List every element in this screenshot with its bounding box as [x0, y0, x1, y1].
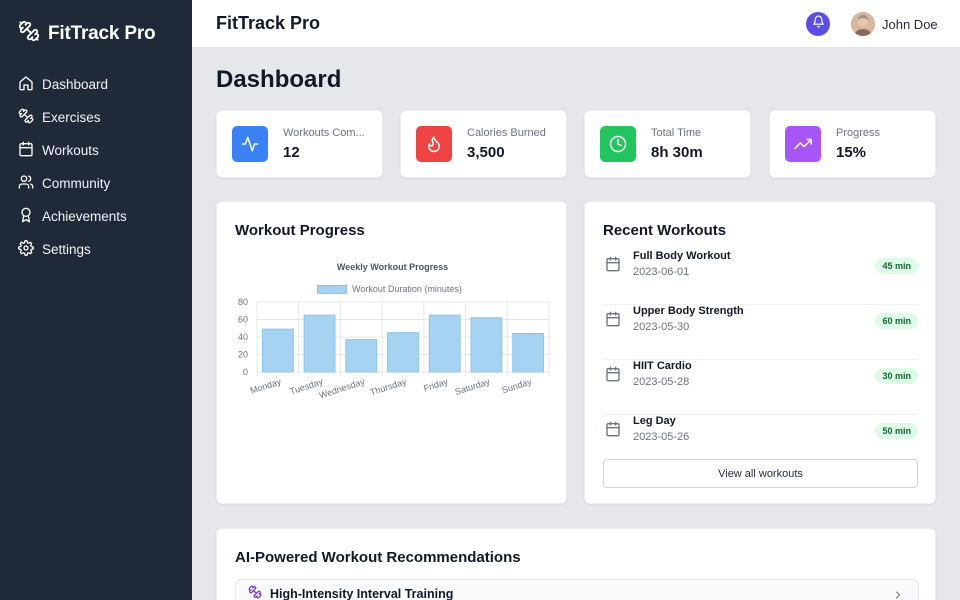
dumbbell-icon — [248, 585, 262, 600]
calendar-icon — [605, 256, 621, 277]
stat-label: Calories Burned — [467, 127, 546, 139]
calendar-icon — [18, 141, 34, 160]
chevron-right-icon — [892, 588, 904, 600]
calendar-icon — [605, 311, 621, 332]
chart-legend[interactable]: Workout Duration (minutes) — [317, 284, 462, 294]
stat-card-progress: Progress 15% — [769, 110, 936, 178]
y-tick-label: 40 — [238, 332, 248, 342]
x-tick-label: Friday — [422, 376, 449, 393]
notification-button[interactable] — [806, 12, 830, 36]
x-tick-label: Monday — [249, 376, 283, 396]
stat-value: 12 — [283, 144, 300, 161]
activity-icon — [232, 126, 268, 162]
sidebar-nav: Dashboard Exercises Workouts Community A… — [18, 68, 178, 266]
sidebar-item-label: Community — [42, 176, 111, 191]
stat-card-calories: Calories Burned 3,500 — [400, 110, 567, 178]
workout-date: 2023-05-28 — [633, 376, 690, 388]
recommendation-label: High-Intensity Interval Training — [270, 587, 454, 600]
workout-date: 2023-06-01 — [633, 266, 690, 278]
workout-name: HIIT Cardio — [633, 360, 692, 372]
y-tick-label: 80 — [238, 297, 248, 307]
x-tick-label: Saturday — [454, 376, 492, 397]
duration-badge: 30 min — [875, 368, 918, 384]
stat-label: Workouts Com... — [283, 127, 365, 139]
sidebar: FitTrack Pro Dashboard Exercises Workout… — [0, 0, 192, 600]
stat-label: Total Time — [651, 127, 702, 139]
clock-icon — [600, 126, 636, 162]
x-tick-label: Wednesday — [318, 376, 367, 400]
list-item[interactable]: Full Body Workout 2023-06-01 45 min — [603, 250, 918, 305]
sidebar-item-settings[interactable]: Settings — [18, 233, 178, 266]
calendar-icon — [605, 366, 621, 387]
workout-name: Upper Body Strength — [633, 305, 744, 317]
bar — [303, 314, 336, 373]
sidebar-item-label: Exercises — [42, 110, 101, 125]
award-icon — [18, 207, 34, 226]
user-name[interactable]: John Doe — [882, 17, 938, 32]
sidebar-item-label: Dashboard — [42, 77, 109, 92]
dumbbell-icon — [18, 108, 34, 127]
bar — [345, 339, 378, 373]
y-tick-label: 60 — [238, 315, 248, 325]
chart-title: Weekly Workout Progress — [336, 262, 449, 272]
x-tick-label: Sunday — [501, 376, 534, 395]
flame-icon — [416, 126, 452, 162]
legend-swatch — [317, 284, 347, 294]
duration-badge: 45 min — [875, 258, 918, 274]
recent-workouts-card: Recent Workouts Full Body Workout 2023-0… — [584, 201, 936, 504]
list-item[interactable]: HIIT Cardio 2023-05-28 30 min — [603, 360, 918, 415]
calendar-icon — [605, 421, 621, 442]
sidebar-item-community[interactable]: Community — [18, 167, 178, 200]
y-tick-label: 20 — [238, 350, 248, 360]
duration-badge: 50 min — [875, 423, 918, 439]
header-title: FitTrack Pro — [216, 13, 321, 33]
bar — [261, 328, 294, 373]
brand-name: FitTrack Pro — [48, 22, 156, 44]
avatar[interactable] — [851, 12, 875, 36]
brand[interactable]: FitTrack Pro — [18, 20, 156, 47]
section-title: AI-Powered Workout Recommendations — [235, 549, 521, 566]
page-title: Dashboard — [216, 66, 342, 93]
duration-badge: 60 min — [875, 313, 918, 329]
workout-name: Full Body Workout — [633, 250, 731, 262]
stat-label: Progress — [836, 127, 881, 139]
stat-card-total-time: Total Time 8h 30m — [584, 110, 751, 178]
bar — [428, 314, 461, 373]
sidebar-item-workouts[interactable]: Workouts — [18, 134, 178, 167]
sidebar-item-label: Settings — [42, 242, 91, 257]
bar-chart: 806040200Monday TuesdayWednesday Thursday F… — [238, 297, 550, 401]
sidebar-item-dashboard[interactable]: Dashboard — [18, 68, 178, 101]
section-title: Recent Workouts — [603, 222, 727, 239]
stat-value: 3,500 — [467, 144, 505, 161]
workout-date: 2023-05-26 — [633, 431, 690, 443]
top-header: FitTrack Pro John Doe — [192, 0, 960, 48]
sidebar-item-label: Achievements — [42, 209, 127, 224]
list-item[interactable]: Upper Body Strength 2023-05-30 60 min — [603, 305, 918, 360]
sidebar-item-achievements[interactable]: Achievements — [18, 200, 178, 233]
stat-value: 8h 30m — [651, 144, 703, 161]
sidebar-item-label: Workouts — [42, 143, 99, 158]
home-icon — [18, 75, 34, 94]
stat-value: 15% — [836, 144, 867, 161]
workout-name: Leg Day — [633, 415, 676, 427]
y-tick-label: 0 — [243, 367, 248, 377]
x-tick-label: Thursday — [369, 376, 408, 397]
bell-icon — [812, 15, 825, 33]
legend-label: Workout Duration (minutes) — [352, 284, 462, 294]
dumbbell-icon — [18, 20, 40, 47]
stat-card-workouts: Workouts Com... 12 — [216, 110, 383, 178]
recommendation-item[interactable]: High-Intensity Interval Training — [235, 579, 919, 600]
workout-date: 2023-05-30 — [633, 321, 690, 333]
bar — [387, 332, 419, 373]
bar — [470, 317, 503, 373]
section-title: Workout Progress — [235, 222, 365, 239]
sidebar-item-exercises[interactable]: Exercises — [18, 101, 178, 134]
recommendations-card: AI-Powered Workout Recommendations High-… — [216, 528, 936, 600]
gear-icon — [18, 240, 34, 259]
trending-up-icon — [785, 126, 821, 162]
view-all-workouts-button[interactable]: View all workouts — [603, 459, 918, 488]
bar — [512, 333, 545, 373]
users-icon — [18, 174, 34, 193]
workout-progress-card: Workout Progress Weekly Workout Progress… — [216, 201, 567, 504]
